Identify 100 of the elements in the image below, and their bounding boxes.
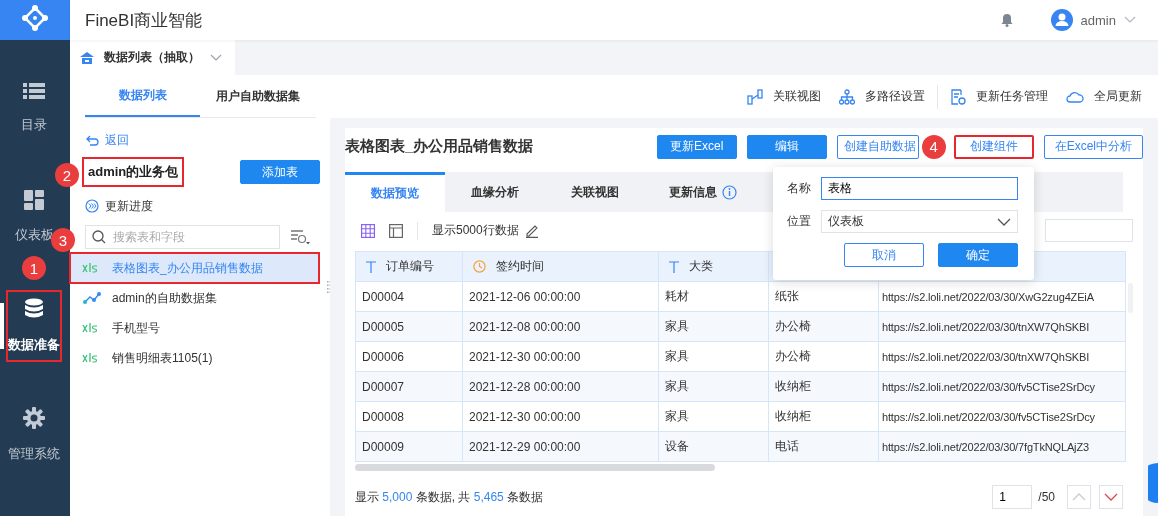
tab[interactable]: 关联视图 (545, 172, 645, 212)
add-table-button[interactable]: 添加表 (240, 160, 320, 184)
panel-tab[interactable]: 用户自助数据集 (200, 75, 315, 117)
table-cell: 收纳柜 (768, 401, 879, 432)
record-count-text: 显示 5,000 条数据, 共 5,465 条数据 (355, 488, 544, 506)
update-progress-link[interactable]: 更新进度 (85, 198, 330, 214)
next-page-button[interactable] (1099, 485, 1123, 509)
confirm-button[interactable]: 确定 (938, 243, 1018, 267)
tab[interactable]: 数据预览 (345, 172, 445, 212)
edit-icon (524, 223, 539, 238)
filter-list-icon (290, 229, 310, 245)
toolbar-button[interactable]: 更新任务管理 (950, 88, 1048, 105)
table-cell: 电话 (768, 431, 879, 462)
database-icon (24, 298, 44, 320)
package-title: admin的业务包 (82, 157, 185, 187)
line-nodes-icon (82, 291, 102, 305)
table-cell: D00004 (355, 281, 463, 312)
field-label: 位置 (787, 213, 811, 230)
table-cell: 2021-12-30 00:00:00 (462, 341, 659, 372)
floating-helper-icon (1148, 463, 1158, 503)
table-cell: 家具 (658, 401, 769, 432)
table-cell: 纸张 (768, 281, 879, 312)
toolbar-button[interactable]: 多路径设置 (839, 88, 925, 105)
column-header: 订单编号 (355, 251, 463, 282)
action-button[interactable]: 创建自助数据 (836, 134, 919, 159)
hierarchy-icon (839, 88, 855, 105)
name-field[interactable]: 表格 (821, 177, 1018, 200)
table-cell: 家具 (658, 371, 769, 402)
search-field[interactable] (1045, 219, 1133, 242)
user-name: admin (1080, 12, 1116, 28)
table-cell: https://s2.loli.net/2022/03/30/7fgTkNQLAjZ3 (878, 431, 1126, 462)
table-list-item[interactable]: 销售明细表1105(1) (70, 343, 330, 373)
table-cell: 2021-12-08 00:00:00 (462, 311, 659, 342)
tab[interactable]: 更新信息 (645, 172, 760, 212)
action-button[interactable]: 创建组件 (953, 134, 1034, 159)
action-button[interactable]: 在Excel中分析 (1043, 134, 1143, 159)
action-button[interactable]: 编辑 (746, 134, 827, 159)
chevron-down-icon (210, 53, 222, 62)
list-icon (23, 82, 45, 100)
search-icon (92, 230, 106, 244)
dashboard-icon (24, 190, 44, 210)
bell-icon (1000, 13, 1013, 27)
page-total: /50 (1038, 490, 1055, 504)
action-button[interactable]: 更新Excel (656, 134, 737, 159)
page-tab[interactable]: 数据列表（抽取） (70, 40, 235, 75)
table-cell: 设备 (658, 431, 769, 462)
table-cell: D00008 (355, 401, 463, 432)
table-cell: https://s2.loli.net/2022/03/30/tnXW7QhSKBI (878, 311, 1126, 342)
toolbar-button[interactable]: 全局更新 (1066, 88, 1142, 105)
table-cell: 耗材 (658, 281, 769, 312)
table-list-item[interactable]: admin的自助数据集 (70, 283, 330, 313)
cancel-button[interactable]: 取消 (844, 243, 924, 267)
chevron-down-icon (1124, 16, 1136, 24)
back-link[interactable]: 返回 (86, 132, 330, 148)
scrollbar[interactable] (355, 464, 715, 471)
table-list-item[interactable]: 手机型号 (70, 313, 330, 343)
table-cell: 2021-12-30 00:00:00 (462, 401, 659, 432)
cloud-icon (1066, 89, 1084, 104)
table-cell: 收纳柜 (768, 371, 879, 402)
user-menu[interactable]: admin (1050, 9, 1136, 31)
home-icon (80, 51, 94, 64)
chevron-down-icon (1104, 493, 1118, 501)
task-list-icon (950, 88, 966, 105)
field-label: 名称 (787, 180, 811, 197)
table-cell: 2021-12-06 00:00:00 (462, 281, 659, 312)
row-limit-label: 显示5000行数据 (432, 222, 519, 239)
sidebar-item[interactable]: 管理系统 (6, 399, 62, 471)
chevron-down-icon (997, 217, 1011, 226)
tab[interactable]: 血缘分析 (445, 172, 545, 212)
app-title: FineBI商业智能 (85, 9, 203, 32)
table-cell: 办公椅 (768, 311, 879, 342)
page-input[interactable]: 1 (992, 485, 1033, 509)
sidebar-item[interactable]: 数据准备 (6, 290, 62, 362)
settings-icon (23, 407, 45, 429)
sidebar-item[interactable]: 目录 (6, 72, 62, 144)
location-dropdown[interactable]: 仪表板 (821, 210, 1018, 233)
column-header: 大类 (658, 251, 769, 282)
previous-page-button[interactable] (1067, 485, 1091, 509)
table-cell: 家具 (658, 311, 769, 342)
table-view-icon (361, 223, 375, 238)
relation-view-icon (747, 88, 763, 105)
table-cell: https://s2.loli.net/2022/03/30/fv5CTise2SrDcy (878, 371, 1126, 402)
selection-indicator (0, 303, 4, 349)
chevron-up-icon (1072, 493, 1086, 501)
table-cell: 家具 (658, 341, 769, 372)
table-cell: D00007 (355, 371, 463, 402)
progress-icon (85, 199, 99, 213)
table-cell: https://s2.loli.net/2022/03/30/tnXW7QhSKBI (878, 341, 1126, 372)
table-cell: 2021-12-29 00:00:00 (462, 431, 659, 462)
table-cell: D00009 (355, 431, 463, 462)
column-header: 签约时间 (462, 251, 659, 282)
table-cell: https://s2.loli.net/2022/03/30/fv5CTise2SrDcy (878, 401, 1126, 432)
back-arrow-icon (86, 134, 99, 146)
avatar-icon (1050, 9, 1073, 31)
table-cell: https://s2.loli.net/2022/03/30/XwG2zug4ZEiA (878, 281, 1126, 312)
table-cell: 办公椅 (768, 341, 879, 372)
search-field[interactable]: 搜索表和字段 (85, 225, 280, 249)
layout-view-icon (389, 223, 403, 238)
toolbar-button[interactable]: 关联视图 (747, 88, 821, 105)
table-title: 表格图表_办公用品销售数据 (345, 137, 534, 156)
